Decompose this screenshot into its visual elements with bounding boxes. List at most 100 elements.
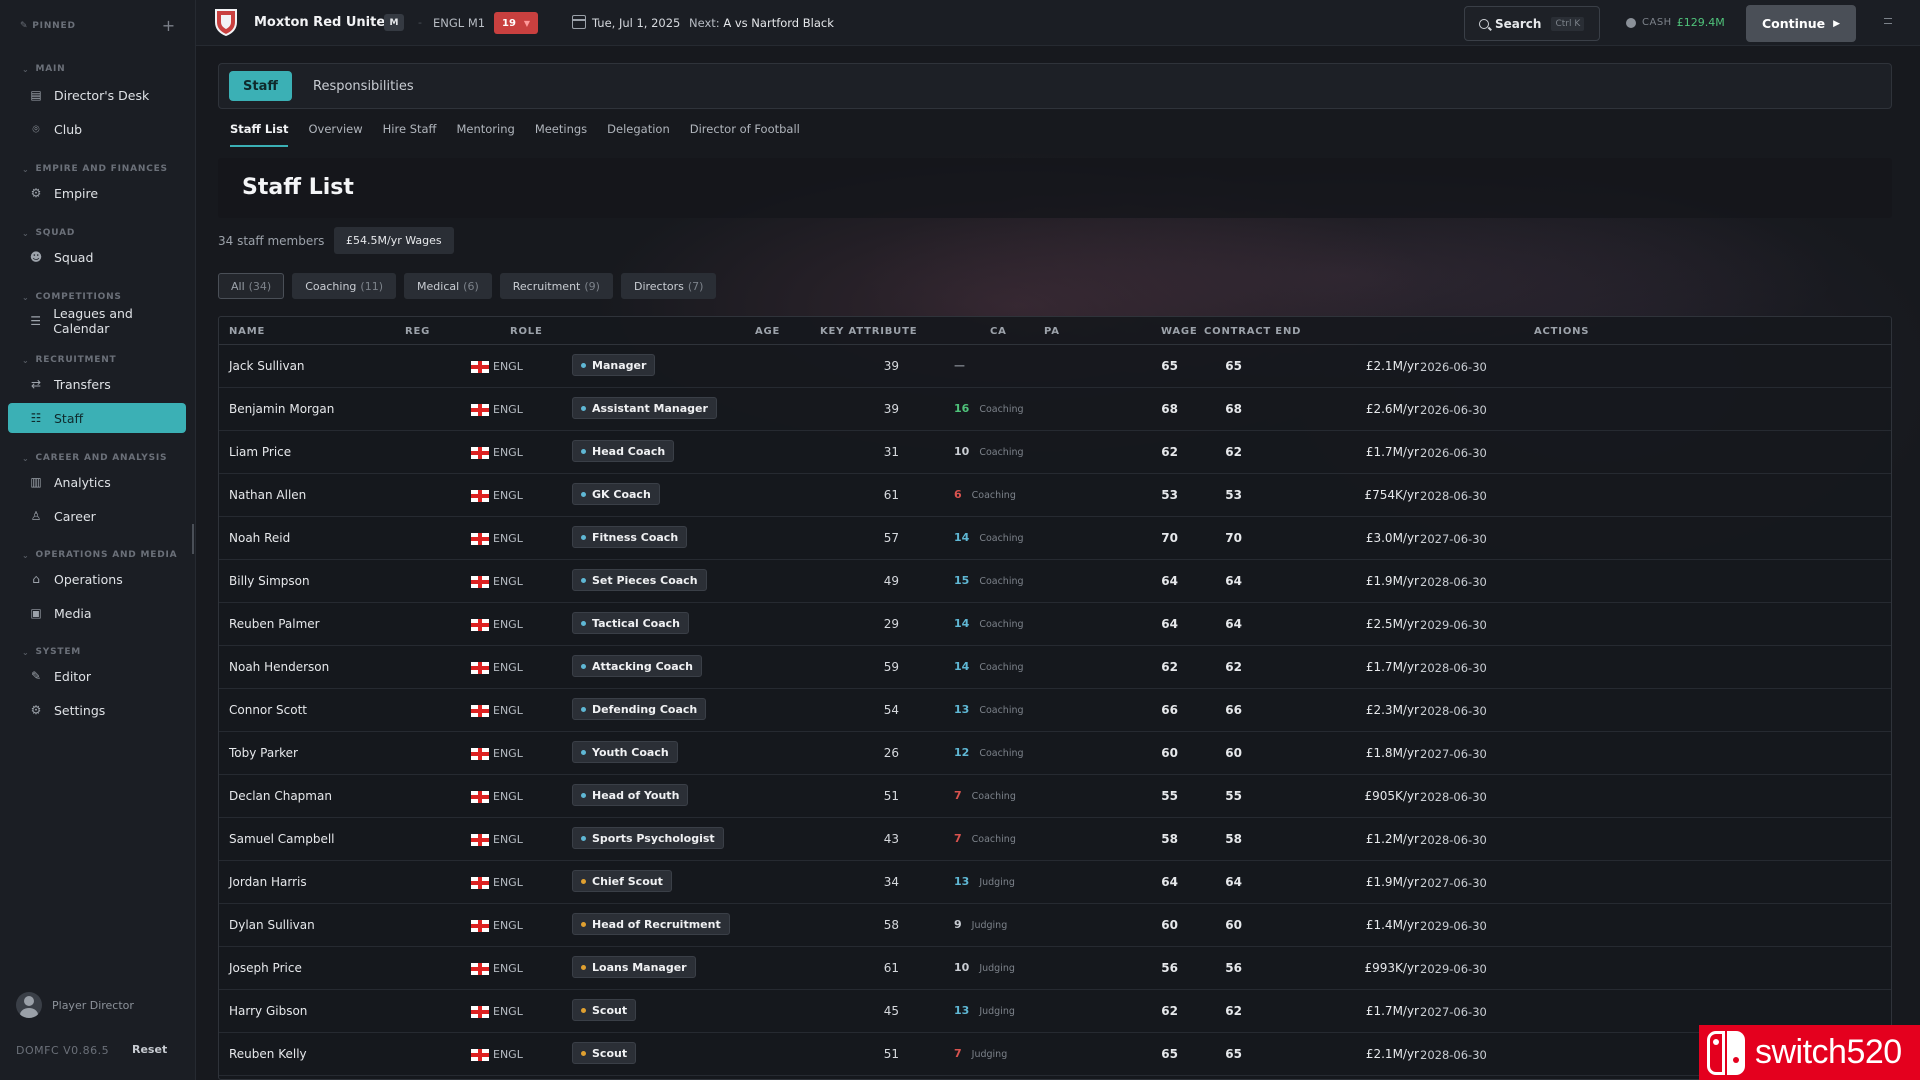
table-row[interactable]: Joseph Price ENGL Loans Manager 61 10 Judging… (219, 947, 1891, 990)
table-row[interactable]: Reuben Palmer ENGL Tactical Coach 29 14 Coach… (219, 603, 1891, 646)
col-name[interactable]: NAME (229, 326, 265, 337)
table-row[interactable]: Nathan Allen ENGL GK Coach 61 6 Coaching 53 53 £… (219, 474, 1891, 517)
table-row[interactable]: Billy Simpson ENGL Set Pieces Coach 49 15 Coa… (219, 560, 1891, 603)
england-flag-icon (471, 704, 489, 717)
filter-recruitment[interactable]: Recruitment (9) (499, 273, 613, 299)
next-match[interactable]: Next: A vs Nartford Black (689, 16, 834, 30)
subnav-staff-list[interactable]: Staff List (230, 122, 289, 147)
staff-name[interactable]: Joseph Price (229, 961, 302, 975)
staff-name[interactable]: Benjamin Morgan (229, 402, 334, 416)
section-label: CAREER AND ANALYSIS (35, 453, 168, 463)
role-dot-icon (581, 921, 586, 927)
league-position-badge[interactable]: 19 ▼ (494, 12, 538, 34)
sidebar-section-header[interactable]: ⌄ CAREER AND ANALYSIS (0, 451, 167, 465)
sidebar-item-media[interactable]: ▣ Media (8, 598, 186, 628)
filter-medical[interactable]: Medical (6) (404, 273, 492, 299)
filter-directors[interactable]: Directors (7) (620, 273, 717, 299)
staff-name[interactable]: Toby Parker (229, 746, 298, 760)
staff-name[interactable]: Jack Sullivan (229, 359, 305, 373)
col-key-attribute[interactable]: KEY ATTRIBUTE (820, 326, 917, 337)
staff-name[interactable]: Noah Reid (229, 531, 290, 545)
sidebar-section-header[interactable]: ⌄ RECRUITMENT (0, 353, 117, 367)
sidebar-item-squad[interactable]: ☻ Squad (8, 242, 186, 272)
col-pa[interactable]: PA (1044, 326, 1060, 337)
sidebar-item-editor[interactable]: ✎ Editor (8, 661, 186, 691)
current-ability: 53 (1161, 488, 1178, 502)
league-label[interactable]: ENGL M1 (433, 16, 485, 30)
wage: £3.0M/yr (1365, 531, 1419, 545)
sidebar-section-header[interactable]: ⌄ SQUAD (0, 226, 75, 240)
col-contract-end[interactable]: CONTRACT END (1204, 326, 1301, 337)
col-age[interactable]: AGE (755, 326, 780, 337)
staff-name[interactable]: Noah Henderson (229, 660, 329, 674)
staff-name[interactable]: Samuel Campbell (229, 832, 335, 846)
filter-coaching[interactable]: Coaching (11) (292, 273, 397, 299)
table-row[interactable]: Jack Sullivan ENGL Manager 39 — 65 65 £2.1M/yr 2… (219, 345, 1891, 388)
club-name[interactable]: Moxton Red United (254, 15, 394, 30)
staff-name[interactable]: Liam Price (229, 445, 291, 459)
table-row[interactable]: Dylan Sullivan ENGL Head of Recruitment 58 9… (219, 904, 1891, 947)
sidebar-section-header[interactable]: ⌄ COMPETITIONS (0, 290, 122, 304)
sidebar-section-header[interactable]: ⌄ EMPIRE AND FINANCES (0, 162, 168, 176)
table-row[interactable]: Benjamin Morgan ENGL Assistant Manager 39 16… (219, 388, 1891, 431)
sidebar-item-empire[interactable]: ⚙ Empire (8, 178, 186, 208)
table-row[interactable]: Noah Reid ENGL Fitness Coach 57 14 Coaching 70… (219, 517, 1891, 560)
table-row[interactable]: Declan Chapman ENGL Head of Youth 51 7 Coachi… (219, 775, 1891, 818)
registration: ENGL (471, 1048, 523, 1061)
tab-responsibilities[interactable]: Responsibilities (299, 71, 428, 101)
subnav-delegation[interactable]: Delegation (607, 122, 670, 147)
staff-name[interactable]: Reuben Kelly (229, 1047, 307, 1061)
subnav-hire-staff[interactable]: Hire Staff (383, 122, 437, 147)
col-role[interactable]: ROLE (510, 326, 543, 337)
sidebar-section-header[interactable]: ⌄ MAIN (0, 62, 66, 76)
subnav-overview[interactable]: Overview (308, 122, 362, 147)
menu-icon[interactable] (1884, 18, 1892, 24)
sidebar-section-header[interactable]: ⌄ OPERATIONS AND MEDIA (0, 548, 177, 562)
sidebar-item-analytics[interactable]: ▥ Analytics (8, 467, 186, 497)
sidebar-item-settings[interactable]: ⚙ Settings (8, 695, 186, 725)
subnav-meetings[interactable]: Meetings (535, 122, 587, 147)
subnav-mentoring[interactable]: Mentoring (456, 122, 514, 147)
tab-staff[interactable]: Staff (229, 71, 292, 101)
staff-name[interactable]: Declan Chapman (229, 789, 332, 803)
add-pinned-button[interactable]: + (162, 16, 176, 35)
staff-name[interactable]: Dylan Sullivan (229, 918, 315, 932)
staff-name[interactable]: Harry Gibson (229, 1004, 307, 1018)
sidebar-item-leagues-and-calendar[interactable]: ☰ Leagues and Calendar (8, 306, 186, 336)
sidebar-scrollbar[interactable] (192, 524, 194, 554)
col-reg[interactable]: REG (405, 326, 430, 337)
table-row[interactable]: Connor Scott ENGL Defending Coach 54 13 Coach… (219, 689, 1891, 732)
staff-name[interactable]: Jordan Harris (229, 875, 307, 889)
staff-name[interactable]: Nathan Allen (229, 488, 306, 502)
sidebar-item-director-s-desk[interactable]: ▤ Director's Desk (8, 80, 186, 110)
col-wage[interactable]: WAGE (1161, 326, 1198, 337)
table-row[interactable]: Samuel Campbell ENGL Sports Psychologist 43… (219, 818, 1891, 861)
staff-name[interactable]: Connor Scott (229, 703, 307, 717)
age: 54 (883, 703, 899, 717)
table-row[interactable]: Jordan Harris ENGL Chief Scout 34 13 Judging 6… (219, 861, 1891, 904)
col-ca[interactable]: CA (990, 326, 1007, 337)
key-attribute-value: 13 (954, 703, 970, 716)
staff-name[interactable]: Reuben Palmer (229, 617, 320, 631)
user-profile[interactable]: Player Director (16, 992, 134, 1018)
table-row[interactable]: Harry Gibson ENGL Scout 45 13 Judging 62 62 £1.7… (219, 990, 1891, 1033)
sidebar-item-club[interactable]: ⌾ Club (8, 114, 186, 144)
continue-button[interactable]: Continue ▶ (1746, 5, 1856, 42)
cash-display: CASH £129.4M (1626, 16, 1725, 29)
filter-all[interactable]: All (34) (218, 273, 285, 299)
sidebar-item-staff[interactable]: ☷ Staff (8, 403, 186, 433)
staff-name[interactable]: Billy Simpson (229, 574, 310, 588)
reset-button[interactable]: Reset (132, 1043, 167, 1056)
search-button[interactable]: Search Ctrl K (1464, 6, 1600, 41)
subnav-director-of-football[interactable]: Director of Football (690, 122, 800, 147)
age: 51 (883, 1047, 899, 1061)
table-row[interactable]: Reuben Kelly ENGL Scout 51 7 Judging 65 65 £2.1M… (219, 1033, 1891, 1076)
sidebar-section-header[interactable]: ⌄ SYSTEM (0, 645, 81, 659)
role-dot-icon (581, 448, 586, 454)
sidebar-item-career[interactable]: ♙ Career (8, 501, 186, 531)
table-row[interactable]: Toby Parker ENGL Youth Coach 26 12 Coaching 60… (219, 732, 1891, 775)
table-row[interactable]: Noah Henderson ENGL Attacking Coach 59 14 Coa… (219, 646, 1891, 689)
sidebar-item-operations[interactable]: ⌂ Operations (8, 564, 186, 594)
table-row[interactable]: Liam Price ENGL Head Coach 31 10 Coaching 62 62… (219, 431, 1891, 474)
sidebar-item-transfers[interactable]: ⇄ Transfers (8, 369, 186, 399)
